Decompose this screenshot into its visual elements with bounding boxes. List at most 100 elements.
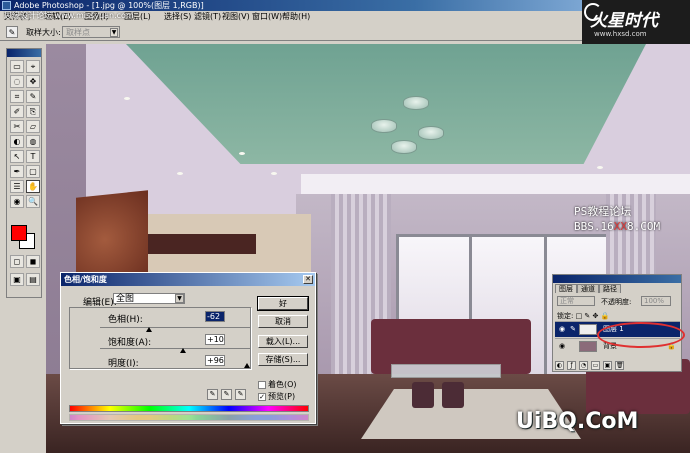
image-lamp bbox=[391, 140, 417, 154]
cancel-button[interactable]: 取消 bbox=[258, 315, 308, 328]
forum-watermark-part: 8.COM bbox=[627, 220, 661, 233]
image-window-mullion bbox=[544, 237, 547, 381]
new-layer-icon[interactable]: ▣ bbox=[603, 361, 612, 370]
lightness-slider-thumb[interactable] bbox=[244, 363, 250, 368]
dialog-title[interactable]: 色相/饱和度 bbox=[61, 273, 315, 286]
pen-tool-icon[interactable]: ✒ bbox=[10, 165, 24, 178]
menu-help[interactable]: 帮助(H) bbox=[282, 11, 310, 23]
image-stool bbox=[442, 382, 464, 408]
tab-channels[interactable]: 通道 bbox=[577, 284, 599, 293]
forum-watermark-red-part: XX bbox=[613, 220, 627, 233]
lock-icons[interactable]: □ ✎ ✥ 🔒 bbox=[576, 312, 610, 320]
move-tool-icon[interactable]: ⌖ bbox=[26, 60, 40, 73]
clone-stamp-tool-icon[interactable]: ✂ bbox=[10, 120, 24, 133]
eyedropper-icon[interactable]: ✎ bbox=[6, 26, 18, 38]
full-screen-mode-icon[interactable]: ▤ bbox=[26, 273, 40, 286]
layers-title-bar[interactable] bbox=[553, 275, 681, 283]
eyedropper-minus-icon[interactable]: ✎ bbox=[235, 389, 246, 400]
new-group-icon[interactable]: ▭ bbox=[591, 361, 600, 370]
color-bar-output bbox=[69, 414, 309, 421]
image-lamp bbox=[418, 126, 444, 140]
layer-thumbnail bbox=[579, 324, 597, 335]
lightness-slider-track[interactable] bbox=[100, 368, 250, 369]
adjustment-group: 色相(H): -62 饱和度(A): +10 明度(I): +96 bbox=[69, 307, 251, 369]
standard-mode-icon[interactable]: ◻ bbox=[10, 255, 24, 268]
sample-size-label: 取样大小: bbox=[26, 28, 61, 37]
opacity-input[interactable]: 100% bbox=[641, 296, 671, 306]
hand-tool-icon[interactable]: ◉ bbox=[10, 195, 24, 208]
standard-screen-mode-icon[interactable]: ▣ bbox=[10, 273, 24, 286]
brush-link-icon: ✎ bbox=[570, 325, 576, 333]
image-coffee-table bbox=[391, 364, 501, 378]
toolbox-title-bar[interactable] bbox=[7, 49, 41, 57]
red-highlight-annotation bbox=[597, 322, 685, 348]
lightness-input[interactable]: +96 bbox=[205, 355, 225, 366]
options-bar: ✎ 取样大小: 取样点 ▼ bbox=[0, 23, 600, 41]
notes-tool-icon[interactable]: ☰ bbox=[10, 180, 24, 193]
hue-slider-track[interactable] bbox=[100, 327, 250, 328]
sample-size-value: 取样点 bbox=[66, 28, 90, 37]
marquee-tool-icon[interactable]: ▭ bbox=[10, 60, 24, 73]
image-downlight bbox=[239, 152, 245, 155]
type-tool-icon[interactable]: T bbox=[26, 150, 40, 163]
eye-icon[interactable]: ◉ bbox=[557, 339, 567, 354]
chevron-down-icon: ▼ bbox=[110, 28, 118, 37]
saturation-slider-track[interactable] bbox=[100, 348, 250, 349]
foreground-color-swatch[interactable] bbox=[11, 225, 27, 241]
close-icon[interactable]: ✕ bbox=[303, 275, 313, 284]
hue-slider-thumb[interactable] bbox=[146, 327, 153, 332]
menu-view[interactable]: 视图(V) bbox=[222, 11, 250, 23]
checkbox-box bbox=[258, 380, 266, 389]
colorize-checkbox[interactable]: 着色(O) bbox=[258, 379, 297, 390]
ok-button[interactable]: 好 bbox=[257, 296, 309, 311]
adjustment-layer-icon[interactable]: ◔ bbox=[579, 361, 588, 370]
screen-mode-row: ▣ ▤ bbox=[10, 273, 40, 286]
eyedropper-tool-icon[interactable]: ✋ bbox=[26, 180, 40, 193]
saturation-slider-thumb[interactable] bbox=[179, 348, 186, 353]
saturation-input[interactable]: +10 bbox=[205, 334, 225, 345]
eyedropper-icon[interactable]: ✎ bbox=[207, 389, 218, 400]
magic-wand-tool-icon[interactable]: ✥ bbox=[26, 75, 40, 88]
sample-size-select[interactable]: 取样点 ▼ bbox=[62, 26, 120, 38]
shape-tool-icon[interactable]: ▢ bbox=[26, 165, 40, 178]
quick-mask-row: ◻ ◼ bbox=[10, 255, 40, 268]
hue-saturation-dialog: 色相/饱和度 ✕ 编辑(E): 全图 ▼ 色相(H): -62 饱和度(A): … bbox=[60, 272, 316, 424]
brand-logo-area: 火星时代 www.hxsd.com bbox=[582, 0, 690, 44]
gradient-tool-icon[interactable]: ◍ bbox=[26, 135, 40, 148]
crop-tool-icon[interactable]: ⌗ bbox=[10, 90, 24, 103]
forum-watermark-line1: PS教程论坛 bbox=[574, 205, 632, 218]
color-bar-input bbox=[69, 405, 309, 412]
save-button[interactable]: 存储(S)... bbox=[258, 353, 308, 366]
eye-icon[interactable]: ◉ bbox=[557, 322, 567, 337]
menu-filter[interactable]: 滤镜(T) bbox=[194, 11, 221, 23]
layer-effects-icon[interactable]: ƒ bbox=[567, 361, 576, 370]
preview-checkbox[interactable]: ✓ 预览(P) bbox=[258, 391, 295, 402]
tool-grid: ▭ ⌖ ◌ ✥ ⌗ ✎ ✐ ⎘ ✂ ▱ ◐ ◍ ↖ T ✒ ▢ ☰ ✋ ◉ 🔍 bbox=[7, 57, 41, 208]
trash-icon[interactable]: 🗑 bbox=[615, 361, 624, 370]
edit-range-select[interactable]: 全图 ▼ bbox=[113, 293, 185, 304]
brand-logo: 火星时代 bbox=[590, 11, 658, 31]
zoom-tool-icon[interactable]: 🔍 bbox=[26, 195, 40, 208]
chevron-down-icon: ▼ bbox=[175, 294, 184, 303]
healing-brush-tool-icon[interactable]: ✐ bbox=[10, 105, 24, 118]
layer-thumbnail bbox=[579, 341, 597, 352]
opacity-label: 不透明度: bbox=[601, 298, 632, 306]
layer-style-icon[interactable]: ◐ bbox=[555, 361, 564, 370]
lasso-tool-icon[interactable]: ◌ bbox=[10, 75, 24, 88]
eraser-tool-icon[interactable]: ◐ bbox=[10, 135, 24, 148]
image-downlight bbox=[271, 172, 277, 175]
preview-label: 预览(P) bbox=[268, 392, 296, 401]
slice-tool-icon[interactable]: ✎ bbox=[26, 90, 40, 103]
history-brush-tool-icon[interactable]: ▱ bbox=[26, 120, 40, 133]
tab-layers[interactable]: 图层 bbox=[555, 284, 577, 293]
menu-window[interactable]: 窗口(W) bbox=[252, 11, 282, 23]
brush-tool-icon[interactable]: ⎘ bbox=[26, 105, 40, 118]
tab-paths[interactable]: 路径 bbox=[599, 284, 621, 293]
eyedropper-plus-icon[interactable]: ✎ bbox=[221, 389, 232, 400]
blend-mode-select[interactable]: 正常 bbox=[557, 296, 595, 306]
load-button[interactable]: 载入(L)... bbox=[258, 335, 308, 348]
menu-select[interactable]: 选择(S) bbox=[164, 11, 191, 23]
path-selection-tool-icon[interactable]: ↖ bbox=[10, 150, 24, 163]
quick-mask-mode-icon[interactable]: ◼ bbox=[26, 255, 40, 268]
hue-input[interactable]: -62 bbox=[205, 311, 225, 322]
